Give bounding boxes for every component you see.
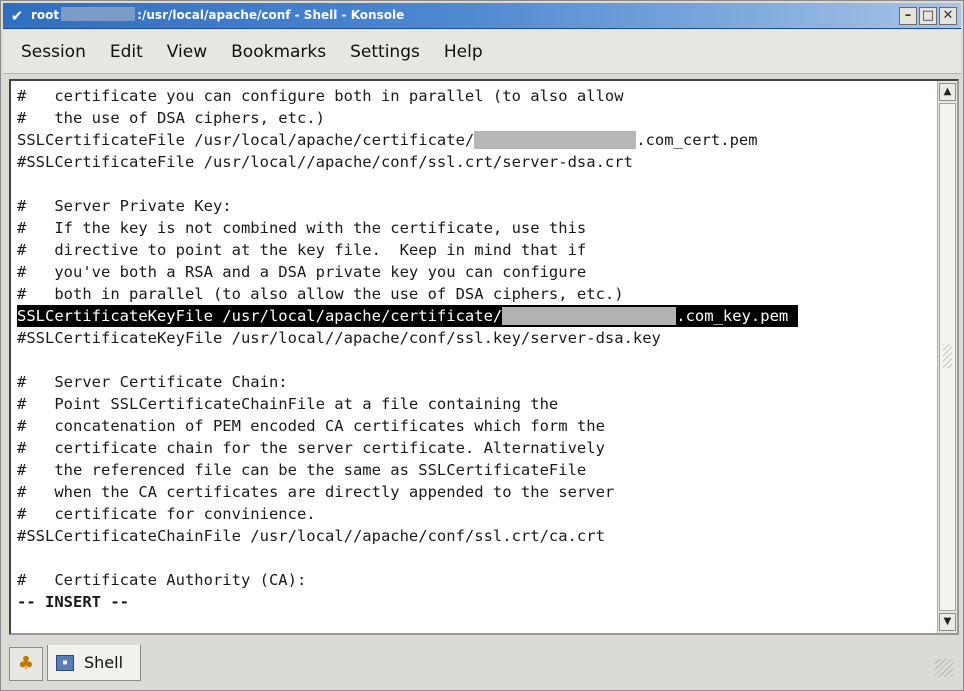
redacted-domain bbox=[502, 307, 677, 325]
terminal-line: # certificate chain for the server certi… bbox=[17, 439, 605, 457]
terminal-line: # when the CA certificates are directly … bbox=[17, 483, 615, 501]
title-bar[interactable]: ✔ root :/usr/local/apache/conf - Shell - … bbox=[3, 3, 961, 29]
session-tab-bar: ♣ ▪ Shell bbox=[3, 639, 961, 689]
tab-shell[interactable]: ▪ Shell bbox=[47, 645, 141, 681]
new-session-button[interactable]: ♣ bbox=[9, 647, 43, 681]
menu-help[interactable]: Help bbox=[442, 38, 485, 66]
scroll-up-icon[interactable]: ▲ bbox=[939, 83, 956, 101]
terminal-line: # Server Certificate Chain: bbox=[17, 373, 288, 391]
terminal-line: SSLCertificateFile /usr/local/apache/cer… bbox=[17, 129, 758, 151]
minimize-button[interactable]: – bbox=[899, 7, 917, 25]
window-controls: – □ ✕ bbox=[899, 7, 957, 25]
terminal-line: #SSLCertificateKeyFile /usr/local//apach… bbox=[17, 329, 661, 347]
window-menu-chevron-icon[interactable]: ✔ bbox=[9, 8, 25, 24]
resize-grip-icon[interactable] bbox=[935, 659, 953, 677]
konsole-window: ✔ root :/usr/local/apache/conf - Shell - … bbox=[0, 0, 964, 691]
line-text-after: .com_cert.pem bbox=[636, 131, 758, 149]
terminal-line: # the referenced file can be the same as… bbox=[17, 461, 587, 479]
menu-settings[interactable]: Settings bbox=[348, 38, 422, 66]
vertical-scrollbar[interactable]: ▲ ▼ bbox=[937, 81, 957, 633]
redacted-domain bbox=[474, 131, 637, 149]
terminal-icon: ▪ bbox=[56, 654, 74, 671]
window-title: root :/usr/local/apache/conf - Shell - Ko… bbox=[31, 7, 404, 24]
terminal-line: # certificate you can configure both in … bbox=[17, 87, 624, 105]
terminal-frame: # certificate you can configure both in … bbox=[9, 79, 959, 635]
terminal-line: # the use of DSA ciphers, etc.) bbox=[17, 109, 325, 127]
tab-shell-label: Shell bbox=[84, 653, 124, 672]
redacted-hostname bbox=[61, 7, 136, 21]
line-text-before: SSLCertificateKeyFile /usr/local/apache/… bbox=[17, 307, 503, 325]
grip-icon bbox=[943, 344, 952, 368]
line-text-before: SSLCertificateFile /usr/local/apache/cer… bbox=[17, 131, 475, 149]
terminal-line-selected: SSLCertificateKeyFile /usr/local/apache/… bbox=[17, 305, 798, 327]
terminal-line: # concatenation of PEM encoded CA certif… bbox=[17, 417, 605, 435]
title-path: :/usr/local/apache/conf - Shell - Konsol… bbox=[137, 8, 405, 22]
menu-bar: Session Edit View Bookmarks Settings Hel… bbox=[3, 30, 961, 74]
line-text-after: .com_key.pem bbox=[676, 307, 798, 325]
close-button[interactable]: ✕ bbox=[939, 7, 957, 25]
menu-session[interactable]: Session bbox=[19, 38, 88, 66]
title-user: root bbox=[31, 8, 60, 22]
maximize-button[interactable]: □ bbox=[919, 7, 937, 25]
new-session-icon: ♣ bbox=[17, 653, 35, 674]
menu-bookmarks[interactable]: Bookmarks bbox=[229, 38, 328, 66]
menu-view[interactable]: View bbox=[165, 38, 209, 66]
terminal-line: #SSLCertificateFile /usr/local//apache/c… bbox=[17, 153, 633, 171]
terminal-line: # both in parallel (to also allow the us… bbox=[17, 285, 624, 303]
terminal-line: # certificate for convinience. bbox=[17, 505, 316, 523]
vim-mode-indicator: -- INSERT -- bbox=[17, 593, 129, 611]
terminal-line: #SSLCertificateChainFile /usr/local//apa… bbox=[17, 527, 605, 545]
terminal-line: # directive to point at the key file. Ke… bbox=[17, 241, 587, 259]
terminal-line: # If the key is not combined with the ce… bbox=[17, 219, 587, 237]
terminal-line: # Certificate Authority (CA): bbox=[17, 571, 307, 589]
scroll-down-icon[interactable]: ▼ bbox=[939, 613, 956, 631]
terminal-line: # Server Private Key: bbox=[17, 197, 232, 215]
scroll-thumb[interactable] bbox=[939, 103, 956, 611]
menu-edit[interactable]: Edit bbox=[108, 38, 145, 66]
terminal-line: # you've both a RSA and a DSA private ke… bbox=[17, 263, 587, 281]
terminal-output[interactable]: # certificate you can configure both in … bbox=[11, 81, 937, 633]
terminal-line: # Point SSLCertificateChainFile at a fil… bbox=[17, 395, 559, 413]
